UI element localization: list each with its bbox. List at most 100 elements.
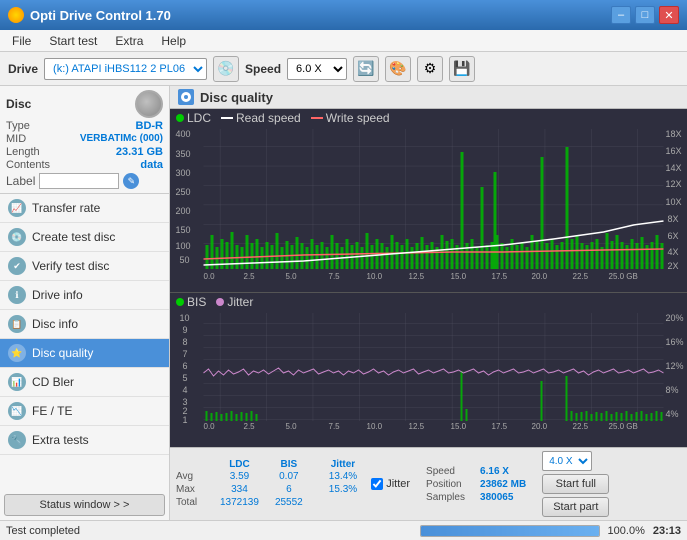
drive-info-label: Drive info (32, 288, 83, 302)
cd-bler-icon: 📊 (8, 373, 26, 391)
sidebar-item-extra-tests[interactable]: 🔧 Extra tests (0, 426, 169, 455)
disc-label-row: Label ✎ (6, 173, 163, 189)
menu-start-test[interactable]: Start test (41, 32, 105, 50)
total-ldc-value: 1372139 (212, 496, 267, 509)
disc-quality-header-icon (178, 89, 194, 105)
svg-text:10: 10 (180, 313, 190, 323)
ldc-label: LDC (187, 111, 211, 125)
sidebar-item-cd-bler[interactable]: 📊 CD Bler (0, 368, 169, 397)
length-value: 23.31 GB (116, 146, 163, 158)
drive-info-icon: ℹ (8, 286, 26, 304)
svg-text:7: 7 (183, 349, 188, 359)
max-ldc-value: 334 (212, 483, 267, 496)
bis-col-header: BIS (267, 459, 311, 470)
svg-text:22.5: 22.5 (573, 422, 589, 431)
fe-te-icon: 📉 (8, 402, 26, 420)
sidebar-item-create-test-disc[interactable]: 💿 Create test disc (0, 223, 169, 252)
disc-type-row: Type BD-R (6, 120, 163, 132)
disc-quality-icon: ⭐ (8, 344, 26, 362)
drive-select[interactable]: (k:) ATAPI iHBS112 2 PL06 (44, 58, 207, 80)
extra-tests-icon: 🔧 (8, 431, 26, 449)
save-icon-btn[interactable]: 💾 (449, 56, 475, 82)
minimize-button[interactable]: – (611, 6, 631, 24)
sidebar-item-fe-te[interactable]: 📉 FE / TE (0, 397, 169, 426)
length-label: Length (6, 146, 40, 158)
legend-bis: BIS (176, 295, 206, 309)
status-text: Test completed (6, 525, 412, 537)
sidebar-item-drive-info[interactable]: ℹ Drive info (0, 281, 169, 310)
speed-select-control[interactable]: 4.0 X (542, 451, 592, 471)
avg-row-label: Avg (176, 470, 212, 483)
disc-length-row: Length 23.31 GB (6, 146, 163, 158)
svg-text:25.0 GB: 25.0 GB (609, 272, 638, 281)
settings-icon-btn[interactable]: ⚙ (417, 56, 443, 82)
bottom-legend: BIS Jitter (170, 293, 687, 311)
svg-text:400: 400 (176, 129, 191, 139)
svg-text:5: 5 (183, 373, 188, 383)
write-speed-label: Write speed (326, 111, 390, 125)
title-bar-left: Opti Drive Control 1.70 (8, 7, 171, 23)
svg-text:5.0: 5.0 (286, 422, 298, 431)
disc-info-icon: 📋 (8, 315, 26, 333)
sidebar-item-verify-test-disc[interactable]: ✔ Verify test disc (0, 252, 169, 281)
svg-text:2X: 2X (668, 261, 679, 271)
toolbar: Drive (k:) ATAPI iHBS112 2 PL06 💿 Speed … (0, 52, 687, 86)
disc-quality-label: Disc quality (32, 346, 93, 360)
svg-text:17.5: 17.5 (492, 422, 508, 431)
close-button[interactable]: ✕ (659, 6, 679, 24)
legend-write-speed: Write speed (311, 111, 390, 125)
speed-position-group: Speed 6.16 X Position 23862 MB Samples 3… (426, 466, 526, 503)
disc-mid-row: MID VERBATIMc (000) (6, 133, 163, 145)
max-bis-value: 6 (267, 483, 311, 496)
speed-row: Speed 6.16 X (426, 466, 526, 477)
disc-quality-title: Disc quality (200, 90, 273, 105)
menu-file[interactable]: File (4, 32, 39, 50)
status-bar: Test completed 100.0% 23:13 (0, 520, 687, 540)
svg-text:250: 250 (176, 187, 191, 197)
window-title: Opti Drive Control 1.70 (30, 8, 171, 23)
top-chart-svg: 400 350 300 250 200 150 100 50 18X 16X 1… (170, 127, 687, 282)
jitter-dot (216, 298, 224, 306)
title-bar: Opti Drive Control 1.70 – □ ✕ (0, 0, 687, 30)
sidebar-item-disc-info[interactable]: 📋 Disc info (0, 310, 169, 339)
speed-select[interactable]: 6.0 X (287, 58, 347, 80)
svg-text:20%: 20% (666, 313, 684, 323)
status-window-button[interactable]: Status window > > (4, 494, 165, 516)
position-stat-label: Position (426, 479, 476, 490)
jitter-checkbox[interactable] (371, 478, 383, 490)
label-input[interactable] (39, 173, 119, 189)
svg-text:0.0: 0.0 (204, 422, 216, 431)
write-speed-line (311, 117, 323, 119)
svg-text:10X: 10X (666, 197, 682, 207)
total-row-label: Total (176, 496, 212, 509)
refresh-icon-btn[interactable]: 🔄 (353, 56, 379, 82)
disc-panel-title: Disc (6, 97, 31, 111)
maximize-button[interactable]: □ (635, 6, 655, 24)
svg-text:18X: 18X (666, 129, 682, 139)
legend-ldc: LDC (176, 111, 211, 125)
label-icon[interactable]: ✎ (123, 173, 139, 189)
avg-jitter-value: 13.4% (327, 470, 359, 483)
type-value: BD-R (136, 120, 164, 132)
svg-text:22.5: 22.5 (573, 272, 589, 281)
svg-text:2.5: 2.5 (244, 422, 256, 431)
menu-extra[interactable]: Extra (107, 32, 151, 50)
legend-jitter: Jitter (216, 295, 253, 309)
svg-text:300: 300 (176, 168, 191, 178)
svg-text:0.0: 0.0 (204, 272, 216, 281)
sidebar: Disc Type BD-R MID VERBATIMc (000) Lengt… (0, 86, 170, 520)
top-legend: LDC Read speed Write speed (170, 109, 687, 127)
sidebar-item-transfer-rate[interactable]: 📈 Transfer rate (0, 194, 169, 223)
disc-header: Disc (6, 90, 163, 118)
top-chart-wrapper: LDC Read speed Write speed (170, 109, 687, 292)
create-test-disc-label: Create test disc (32, 230, 115, 244)
sidebar-item-disc-quality[interactable]: ⭐ Disc quality (0, 339, 169, 368)
svg-text:12X: 12X (666, 179, 682, 189)
menu-help[interactable]: Help (153, 32, 194, 50)
transfer-rate-label: Transfer rate (32, 201, 100, 215)
drive-icon-btn[interactable]: 💿 (213, 56, 239, 82)
start-part-button[interactable]: Start part (542, 497, 609, 517)
color-icon-btn[interactable]: 🎨 (385, 56, 411, 82)
speed-label: Speed (245, 62, 281, 76)
start-full-button[interactable]: Start full (542, 474, 609, 494)
